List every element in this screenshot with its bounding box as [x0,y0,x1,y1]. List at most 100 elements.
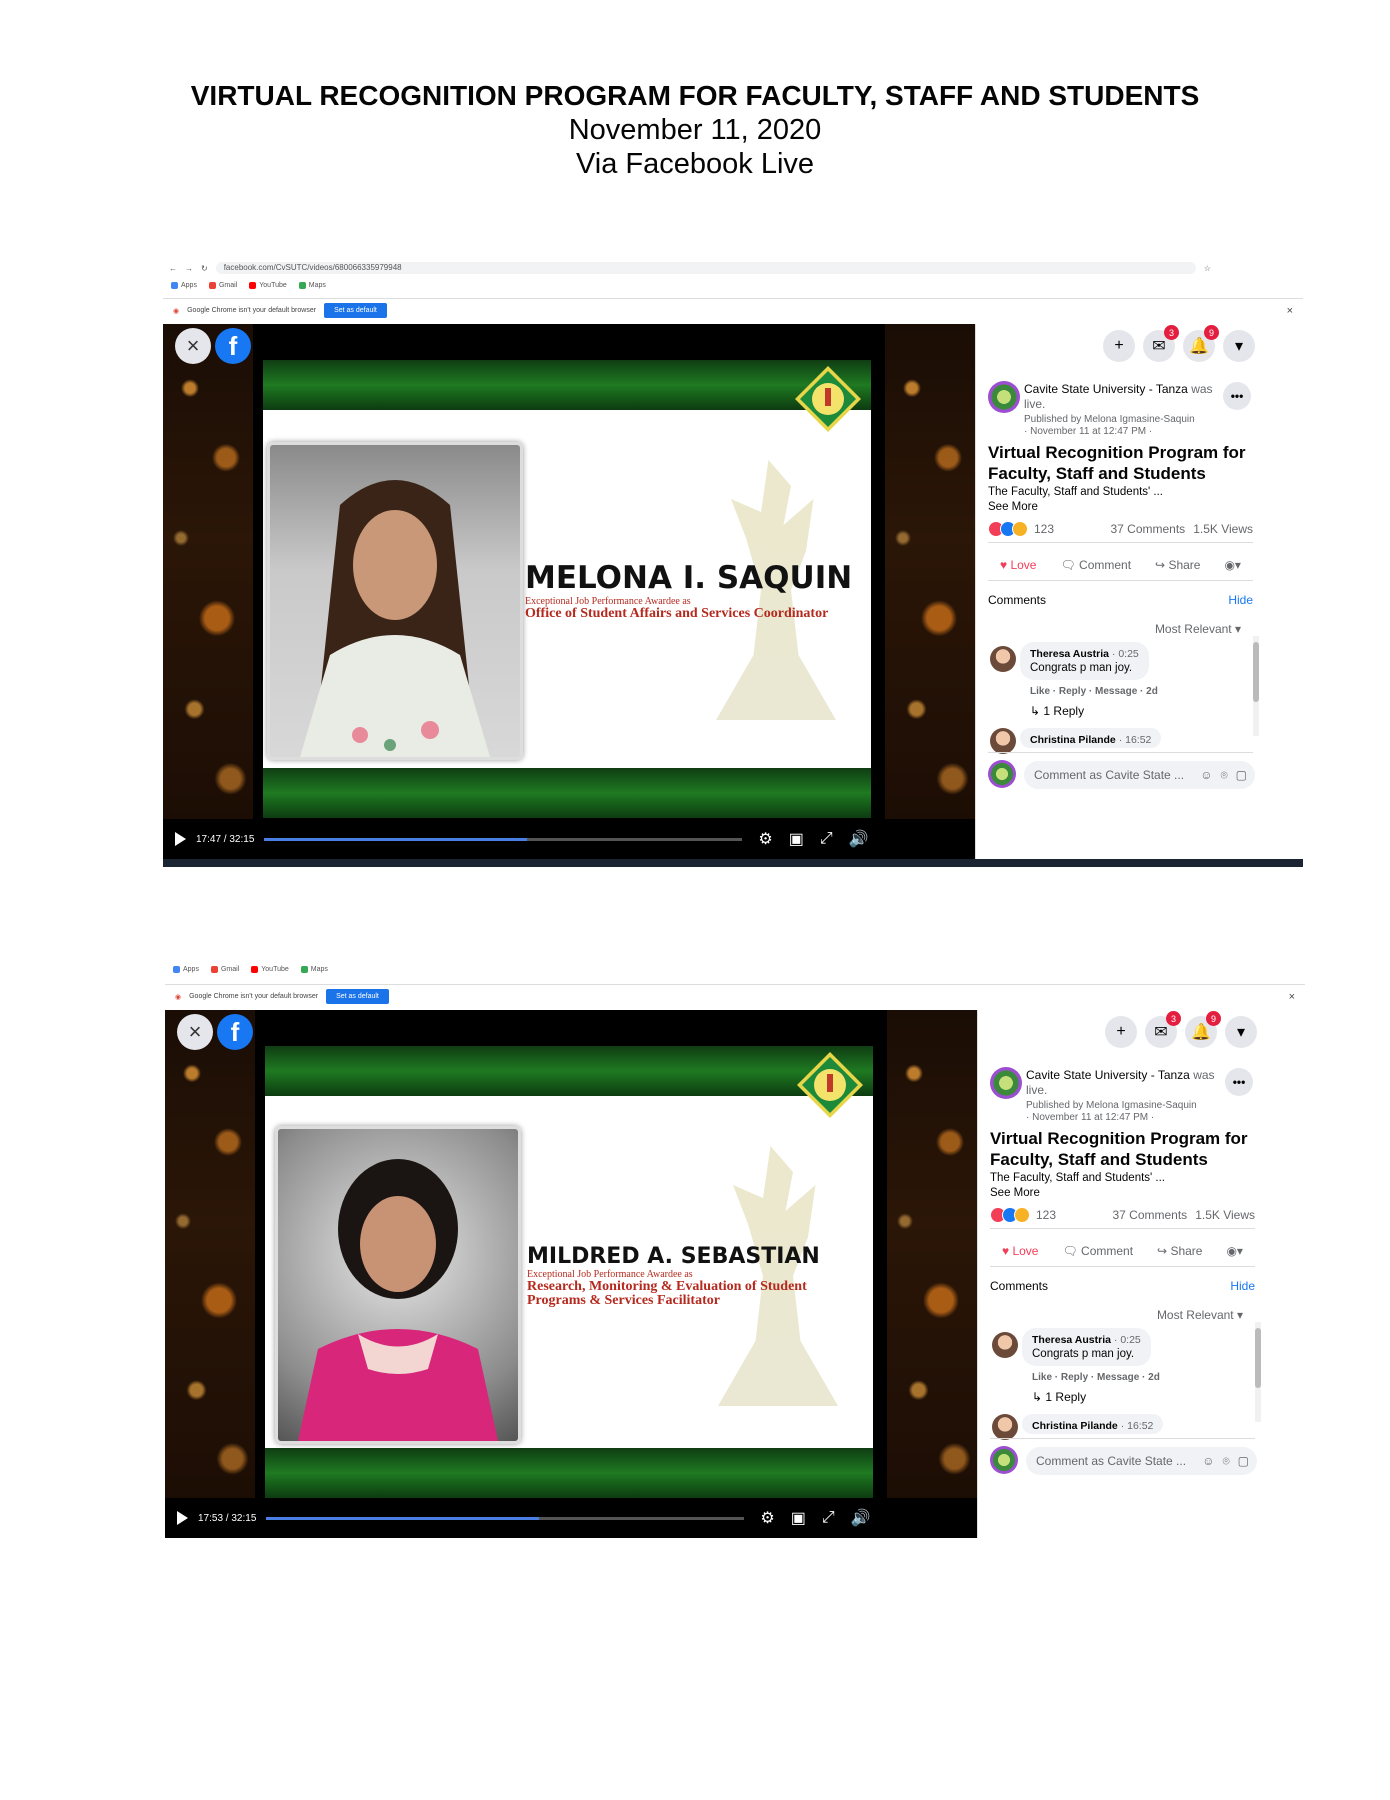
comments-scrollbar[interactable] [1255,1322,1261,1422]
love-button[interactable]: ♥ Love [1000,558,1037,572]
sticker-icon[interactable]: ▢ [1236,768,1247,782]
url-field[interactable]: facebook.com/CvSUTC/videos/6800663359799… [215,262,1196,274]
star-icon[interactable]: ☆ [1204,264,1211,273]
back-icon[interactable]: ← [169,264,177,273]
infobar-close-icon[interactable]: × [1289,991,1295,1003]
page-name[interactable]: Cavite State University - Tanza [1024,382,1188,396]
set-default-button[interactable]: Set as default [324,303,387,318]
more-options-icon[interactable]: ••• [1225,1068,1253,1096]
emoji-icon[interactable]: ☺ [1202,1454,1214,1468]
volume-icon[interactable]: 🔊 [849,829,869,849]
sort-comments-dropdown[interactable]: Most Relevant ▾ [1155,622,1241,636]
bookmark-apps[interactable]: Apps [173,965,199,973]
comment-actions[interactable]: Like · Reply · Message · 2d [1032,1372,1160,1383]
bookmark-youtube[interactable]: YouTube [249,281,287,289]
fullscreen-icon[interactable]: ⤢ [820,830,833,848]
reaction-audience-icon[interactable]: ◉▾ [1226,1244,1243,1258]
comments-count[interactable]: 37 Comments [1112,1208,1187,1222]
video-time: 17:53 / 32:15 [198,1512,257,1524]
view-replies-link[interactable]: ↳ 1 Reply [1030,704,1084,718]
create-plus-icon[interactable]: + [1105,1016,1137,1048]
video-player[interactable]: MELONA I. SAQUIN Exceptional Job Perform… [163,324,975,859]
sort-comments-dropdown[interactable]: Most Relevant ▾ [1157,1308,1243,1322]
page-avatar[interactable] [988,381,1020,413]
hide-comments-link[interactable]: Hide [1230,1279,1255,1293]
create-plus-icon[interactable]: + [1103,330,1135,362]
comment-author[interactable]: Theresa Austria · 0:25 [1030,647,1139,661]
bookmark-apps[interactable]: Apps [171,281,197,289]
miniplayer-icon[interactable]: ▣ [791,1508,806,1528]
commenter-avatar[interactable] [992,1332,1018,1358]
reaction-count[interactable]: 123 [1036,1208,1056,1222]
share-button[interactable]: ↪ Share [1157,1244,1202,1258]
miniplayer-icon[interactable]: ▣ [789,829,804,849]
comment-input[interactable]: Comment as Cavite State ... ☺ ⌾ ▢ [1024,761,1255,789]
commenter-avatar[interactable] [990,728,1016,754]
comment-button[interactable]: 🗨 Comment [1062,1244,1133,1258]
messenger-icon[interactable]: ✉ 3 [1143,325,1179,362]
bookmark-maps[interactable]: Maps [300,965,328,973]
video-player[interactable]: MILDRED A. SEBASTIAN Exceptional Job Per… [165,1010,977,1538]
camera-icon[interactable]: ⌾ [1220,768,1227,783]
page-avatar[interactable] [990,1067,1022,1099]
hide-comments-link[interactable]: Hide [1228,593,1253,607]
comment-author[interactable]: Christina Pilande · 16:52 [1032,1419,1153,1433]
fullscreen-icon[interactable]: ⤢ [822,1509,835,1527]
see-more-link[interactable]: See More [990,1186,1040,1201]
bookmark-maps[interactable]: Maps [298,281,326,289]
video-progress-bar[interactable] [264,837,743,841]
reaction-count[interactable]: 123 [1034,522,1054,536]
camera-icon[interactable]: ⌾ [1222,1454,1229,1469]
comment-actions[interactable]: Like · Reply · Message · 2d [1030,686,1158,697]
close-video-icon[interactable]: × [177,1014,213,1050]
comment-button[interactable]: 🗨 Comment [1060,558,1131,572]
see-more-link[interactable]: See More [988,500,1038,515]
comment-bubble: Christina Pilande · 16:52 [1020,728,1162,748]
facebook-side-panel: + ✉ 3 🔔 9 ▾ Cavite State University - Tanz… [975,324,1265,859]
bookmark-gmail[interactable]: Gmail [208,281,237,289]
reload-icon[interactable]: ↻ [201,264,208,273]
commenter-avatar[interactable] [990,646,1016,672]
facebook-logo-icon[interactable]: f [215,328,251,364]
account-menu-chevron-icon[interactable]: ▾ [1225,1016,1257,1048]
awardee-photo [267,442,523,760]
notifications-bell-icon[interactable]: 🔔 9 [1185,1011,1221,1048]
bookmark-gmail[interactable]: Gmail [210,965,239,973]
share-button[interactable]: ↪ Share [1155,558,1200,572]
settings-icon[interactable]: ⚙ [758,829,772,849]
page-name[interactable]: Cavite State University - Tanza [1026,1068,1190,1082]
reaction-icons[interactable] [990,1207,1030,1223]
video-progress-bar[interactable] [266,1516,745,1520]
view-replies-link[interactable]: ↳ 1 Reply [1032,1390,1086,1404]
comment-input[interactable]: Comment as Cavite State ... ☺ ⌾ ▢ [1026,1447,1257,1475]
browser-address-bar[interactable]: ← → ↻ facebook.com/CvSUTC/videos/6800663… [163,258,1303,278]
emoji-icon[interactable]: ☺ [1200,768,1212,782]
play-icon[interactable] [177,1511,188,1525]
commenter-avatar[interactable] [992,1414,1018,1440]
reaction-audience-icon[interactable]: ◉▾ [1224,558,1241,572]
comments-scrollbar[interactable] [1253,636,1259,736]
close-video-icon[interactable]: × [175,328,211,364]
default-browser-infobar: ◉ Google Chrome isn't your default brows… [165,984,1305,1008]
comment-author[interactable]: Theresa Austria · 0:25 [1032,1333,1141,1347]
set-default-button[interactable]: Set as default [326,989,389,1004]
more-options-icon[interactable]: ••• [1223,382,1251,410]
messenger-icon[interactable]: ✉ 3 [1145,1011,1181,1048]
facebook-logo-icon[interactable]: f [217,1014,253,1050]
comments-header: Comments Hide [988,593,1253,607]
bookmark-youtube[interactable]: YouTube [251,965,289,973]
volume-icon[interactable]: 🔊 [851,1508,871,1528]
play-icon[interactable] [175,832,186,846]
account-menu-chevron-icon[interactable]: ▾ [1223,330,1255,362]
forward-icon[interactable]: → [185,264,193,273]
notifications-bell-icon[interactable]: 🔔 9 [1183,325,1219,362]
messenger-badge: 3 [1166,1011,1181,1026]
sticker-icon[interactable]: ▢ [1238,1454,1249,1468]
infobar-close-icon[interactable]: × [1287,305,1293,317]
comment-author[interactable]: Christina Pilande · 16:52 [1030,733,1151,747]
settings-icon[interactable]: ⚙ [760,1508,774,1528]
love-button[interactable]: ♥ Love [1002,1244,1039,1258]
reaction-icons[interactable] [988,521,1028,537]
comments-count[interactable]: 37 Comments [1110,522,1185,536]
apps-icon [173,965,180,973]
